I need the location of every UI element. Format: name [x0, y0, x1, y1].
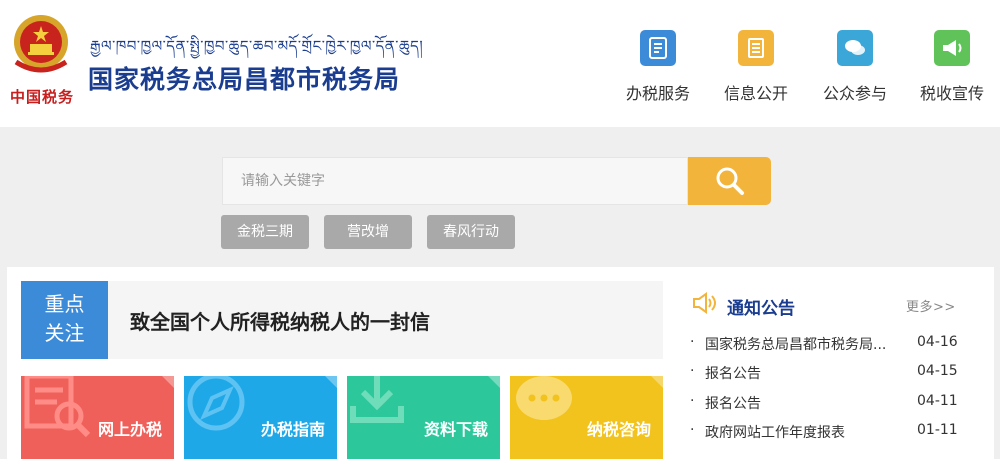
bullet: ·: [690, 334, 695, 350]
notice-text: 报名公告: [705, 366, 761, 382]
nav-tax-service[interactable]: 办税服务: [618, 30, 698, 104]
notice-date: 04-11: [917, 393, 958, 409]
notice-date: 04-15: [917, 363, 958, 379]
notice-more-link[interactable]: 更多>>: [906, 296, 956, 315]
notice-date: 01-11: [917, 422, 958, 438]
notice-text: 政府网站工作年度报表: [705, 425, 845, 441]
nav-info-disclosure[interactable]: 信息公开: [716, 30, 796, 104]
tile-label: 资料下载: [423, 420, 488, 439]
focus-label-line: 重点: [44, 292, 85, 316]
hot-tag[interactable]: 营改增: [324, 215, 412, 249]
tile-corner: [651, 376, 663, 388]
tile-label: 网上办税: [97, 420, 162, 439]
tile-label: 纳税咨询: [586, 420, 651, 439]
notice-date: 04-16: [917, 334, 958, 350]
tile-downloads[interactable]: 资料下载: [347, 376, 500, 459]
search-icon: [716, 167, 744, 195]
hot-tag[interactable]: 金税三期: [221, 215, 309, 249]
tile-label: 办税指南: [260, 420, 325, 439]
tile-corner: [488, 376, 500, 388]
nav-public-participation[interactable]: 公众参与: [815, 30, 895, 104]
focus-label-line: 关注: [44, 321, 85, 345]
document-list-icon: [738, 30, 774, 66]
nav-label: 税收宣传: [919, 84, 984, 103]
notice-item[interactable]: · 政府网站工作年度报表 01-11: [690, 422, 962, 444]
national-emblem-icon: [14, 15, 68, 73]
bullet: ·: [690, 422, 695, 438]
bullet: ·: [690, 393, 695, 409]
tile-tax-guide[interactable]: 办税指南: [184, 376, 337, 459]
tile-corner: [162, 376, 174, 388]
chat-bubbles-icon: [837, 30, 873, 66]
focus-label: 重点 关注: [21, 281, 108, 359]
focus-headline-link[interactable]: 致全国个人所得税纳税人的一封信: [130, 306, 430, 335]
notice-text: 报名公告: [705, 396, 761, 412]
tile-tax-consult[interactable]: 纳税咨询: [510, 376, 663, 459]
notice-item[interactable]: · 报名公告 04-11: [690, 393, 962, 415]
notice-title: 通知公告: [727, 299, 795, 319]
tile-online-tax[interactable]: 网上办税: [21, 376, 174, 459]
megaphone-icon: [934, 30, 970, 66]
notice-item[interactable]: · 报名公告 04-15: [690, 363, 962, 385]
site-title[interactable]: 国家税务总局昌都市税务局: [88, 60, 400, 96]
notice-text: 国家税务总局昌都市税务局...: [705, 337, 887, 353]
nav-tax-publicity[interactable]: 税收宣传: [912, 30, 992, 104]
emblem-caption: 中国税务: [10, 88, 75, 106]
search-field[interactable]: [222, 157, 688, 205]
notice-item[interactable]: · 国家税务总局昌都市税务局... 04-16: [690, 334, 962, 356]
tile-corner: [325, 376, 337, 388]
bullet: ·: [690, 363, 695, 379]
search-button[interactable]: [688, 157, 771, 205]
speaker-icon: [693, 292, 716, 314]
hot-tag[interactable]: 春风行动: [427, 215, 515, 249]
nav-label: 办税服务: [625, 84, 690, 103]
search-input[interactable]: [223, 158, 687, 204]
nav-label: 公众参与: [822, 84, 887, 103]
nav-label: 信息公开: [723, 84, 788, 103]
tax-service-icon: [640, 30, 676, 66]
